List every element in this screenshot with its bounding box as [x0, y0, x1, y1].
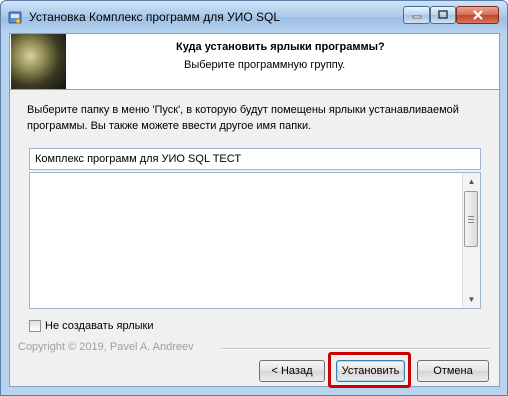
close-button[interactable]	[456, 6, 499, 24]
wizard-client-area: Куда установить ярлыки программы? Выбери…	[9, 33, 500, 388]
folder-list-scrollbar[interactable]: ▲ ▼	[462, 173, 480, 308]
scroll-thumb[interactable]	[464, 191, 478, 247]
maximize-button[interactable]	[430, 6, 456, 24]
start-menu-folder-list[interactable]: ▲ ▼	[29, 172, 481, 309]
installer-icon	[8, 11, 22, 24]
page-subtitle: Выберите программную группу.	[184, 59, 346, 71]
wizard-header: Куда установить ярлыки программы? Выбери…	[10, 34, 499, 90]
footer-divider	[220, 348, 490, 350]
cancel-button[interactable]: Отмена	[417, 360, 489, 382]
no-shortcuts-checkbox[interactable]	[29, 320, 41, 332]
start-menu-folder-input[interactable]	[29, 148, 481, 170]
maximize-icon	[431, 7, 455, 23]
close-icon	[457, 7, 498, 23]
title-bar[interactable]: Установка Комплекс программ для УИО SQL	[1, 1, 507, 33]
instruction-text: Выберите папку в меню 'Пуск', в которую …	[27, 104, 459, 132]
wizard-image	[11, 34, 66, 89]
scroll-up-icon[interactable]: ▲	[463, 173, 480, 190]
install-button-highlight	[328, 352, 411, 388]
no-shortcuts-option[interactable]: Не создавать ярлыки	[29, 318, 153, 334]
window-title: Установка Комплекс программ для УИО SQL	[29, 10, 281, 24]
back-button[interactable]: < Назад	[259, 360, 325, 382]
no-shortcuts-label[interactable]: Не создавать ярлыки	[45, 320, 153, 332]
copyright-text: Copyright © 2019, Pavel A. Andreev	[18, 341, 194, 353]
minimize-icon	[404, 7, 429, 23]
scroll-down-icon[interactable]: ▼	[463, 291, 480, 308]
page-title: Куда установить ярлыки программы?	[176, 41, 385, 53]
minimize-button[interactable]	[403, 6, 430, 24]
installer-window: Установка Комплекс программ для УИО SQL …	[0, 0, 508, 396]
